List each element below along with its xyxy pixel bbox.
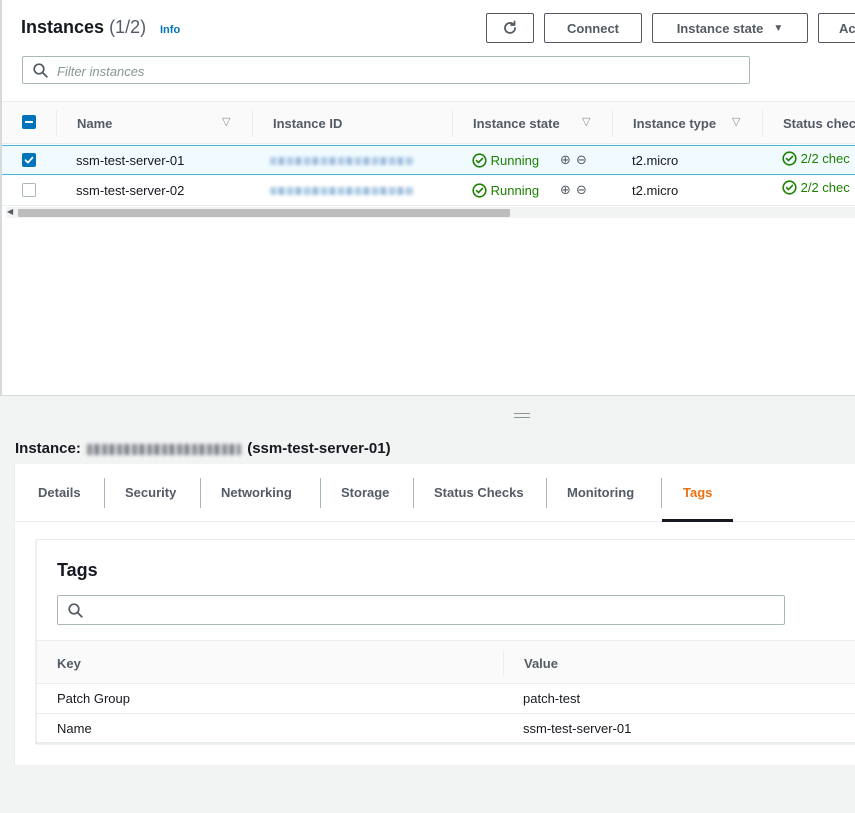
status-check-text: 2/2 chec	[800, 151, 850, 166]
search-icon	[68, 603, 83, 618]
check-circle-icon	[472, 153, 487, 168]
refresh-icon	[504, 20, 516, 34]
instance-state-text: Running	[490, 183, 540, 198]
scroll-left-icon[interactable]: ◀	[7, 207, 13, 216]
instance-type: t2.micro	[632, 153, 679, 168]
instance-state-cell: Running	[472, 153, 539, 168]
zoom-out-icon[interactable]: ⊖	[576, 152, 588, 168]
instance-state-cell: Running	[472, 183, 539, 198]
tags-heading: Tags	[57, 560, 98, 580]
instance-label: Instance:	[15, 440, 81, 457]
instance-name: ssm-test-server-01	[76, 153, 185, 168]
row-checkbox[interactable]	[22, 183, 36, 197]
tab-monitoring[interactable]: Monitoring	[567, 485, 634, 500]
horizontal-scrollbar[interactable]: ◀	[6, 207, 855, 218]
instance-state-text: Running	[490, 153, 540, 168]
caret-down-icon: ▼	[773, 22, 784, 34]
tab-status-checks[interactable]: Status Checks	[434, 485, 524, 500]
table-row[interactable]: ssm-test-server-02 Running ⊕ ⊖ t2.micro …	[2, 176, 855, 206]
tab-details[interactable]: Details	[38, 485, 81, 500]
column-header-status-check[interactable]: Status chec	[783, 116, 855, 131]
tags-search-input[interactable]	[92, 601, 772, 621]
select-all-checkbox[interactable]	[22, 115, 36, 129]
zoom-in-icon[interactable]: ⊕	[560, 182, 572, 198]
table-row: Name ssm-test-server-01	[37, 714, 855, 744]
page-title-text: Instances	[21, 17, 105, 37]
check-circle-icon	[782, 180, 797, 195]
connect-button[interactable]: Connect	[544, 13, 642, 43]
page-title: Instances (1/2)	[21, 17, 146, 38]
status-check-cell: 2/2 chec	[782, 180, 850, 195]
tag-value: ssm-test-server-01	[523, 721, 632, 736]
row-checkbox[interactable]	[22, 153, 36, 167]
sort-down-icon[interactable]: ▽	[222, 115, 230, 128]
filter-bar	[22, 56, 750, 84]
table-row[interactable]: ssm-test-server-01 Running ⊕ ⊖ t2.micro …	[2, 145, 855, 175]
column-header-key: Key	[57, 656, 81, 671]
search-icon	[33, 63, 48, 78]
selection-count: (1/2)	[109, 17, 147, 37]
detail-tabs: Details Security Networking Storage Stat…	[15, 464, 855, 522]
instance-detail-name: (ssm-test-server-01)	[247, 440, 391, 457]
refresh-button[interactable]	[486, 13, 534, 43]
instance-id-redacted[interactable]	[270, 187, 414, 195]
instance-state-dropdown[interactable]: Instance state ▼	[652, 13, 808, 43]
column-header-instance-state[interactable]: Instance state	[473, 116, 560, 131]
column-header-value: Value	[524, 656, 558, 671]
zoom-out-icon[interactable]: ⊖	[576, 182, 588, 198]
status-check-text: 2/2 chec	[800, 180, 850, 195]
column-header-instance-type[interactable]: Instance type	[633, 116, 716, 131]
check-circle-icon	[782, 151, 797, 166]
active-tab-indicator	[662, 519, 733, 522]
tab-networking[interactable]: Networking	[221, 485, 292, 500]
check-circle-icon	[472, 183, 487, 198]
sort-down-icon[interactable]: ▽	[582, 115, 590, 128]
filter-instances-input[interactable]	[57, 61, 737, 81]
tab-storage[interactable]: Storage	[341, 485, 389, 500]
drag-handle-icon[interactable]	[514, 413, 530, 418]
tags-table-header: Key Value	[37, 640, 855, 684]
tab-security[interactable]: Security	[125, 485, 176, 500]
zoom-in-icon[interactable]: ⊕	[560, 152, 572, 168]
sort-down-icon[interactable]: ▽	[732, 115, 740, 128]
actions-dropdown[interactable]: Ac	[818, 13, 855, 43]
instance-id-redacted	[87, 443, 242, 455]
instance-state-label: Instance state	[676, 20, 764, 36]
column-header-instance-id[interactable]: Instance ID	[273, 116, 342, 131]
tags-search-bar	[57, 595, 785, 625]
instance-type: t2.micro	[632, 183, 679, 198]
column-header-name[interactable]: Name	[77, 116, 112, 131]
instance-name: ssm-test-server-02	[76, 183, 185, 198]
scrollbar-thumb[interactable]	[18, 209, 510, 217]
instance-detail-title: Instance: (ssm-test-server-01)	[15, 440, 391, 457]
instances-panel: Instances (1/2) Info Connect Instance st…	[0, 0, 855, 395]
table-row: Patch Group patch-test	[37, 684, 855, 714]
instances-table-header: Name ▽ Instance ID Instance state ▽ Inst…	[2, 101, 855, 144]
tag-key: Name	[57, 721, 92, 736]
panel-resize-handle[interactable]	[0, 395, 855, 432]
tab-tags[interactable]: Tags	[683, 485, 712, 500]
tags-container: Tags Key Value Patch Group patch-test Na…	[36, 539, 855, 744]
info-link[interactable]: Info	[160, 24, 180, 36]
tag-value: patch-test	[523, 691, 581, 706]
tag-key: Patch Group	[57, 691, 130, 706]
instance-id-redacted[interactable]	[270, 157, 414, 165]
instance-detail-panel: Details Security Networking Storage Stat…	[14, 464, 855, 765]
status-check-cell: 2/2 chec	[782, 151, 850, 166]
check-icon	[24, 156, 34, 164]
